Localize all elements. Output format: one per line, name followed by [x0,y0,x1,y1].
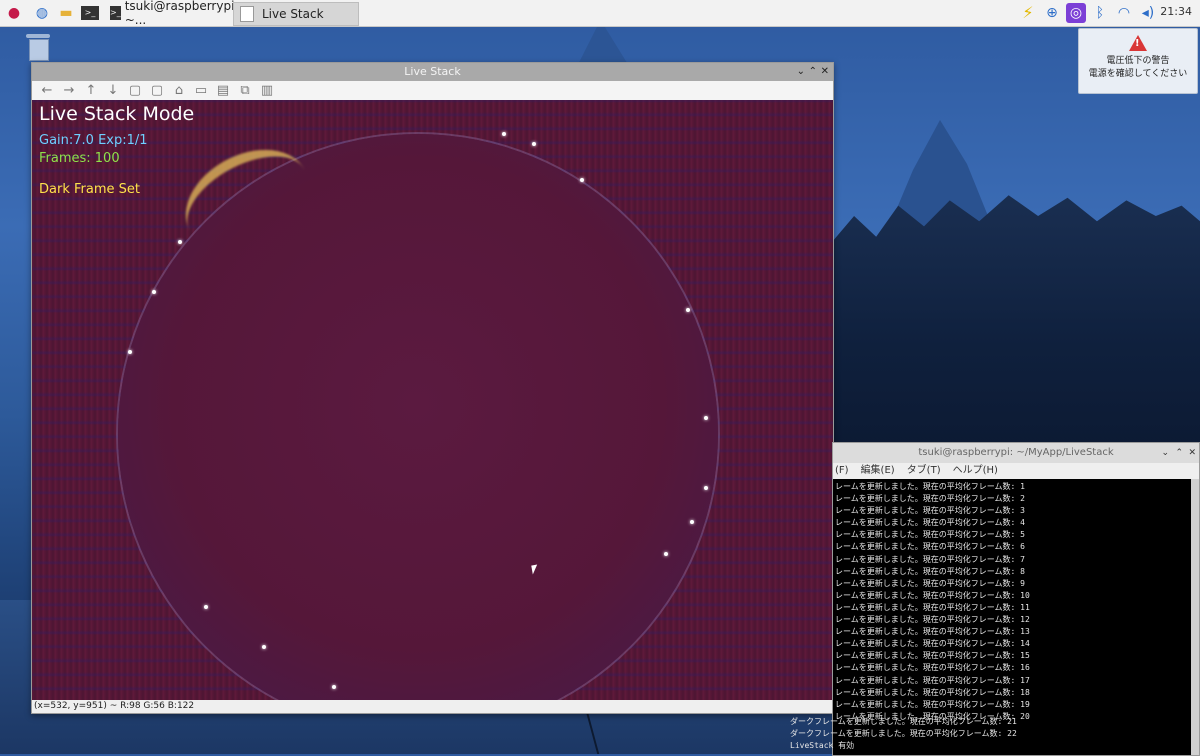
clock[interactable]: 21:34 [1160,5,1192,18]
terminal-line: レームを更新しました。現在の平均化フレーム数: 4 [835,518,1025,528]
window-title: Live Stack [404,65,461,78]
wifi-icon[interactable]: ◠ [1114,3,1134,23]
terminal-line: レームを更新しました。現在の平均化フレーム数: 3 [835,506,1025,516]
terminal-line: レームを更新しました。現在の平均化フレーム数: 9 [835,578,1025,588]
zoom-fit-icon[interactable]: ⌂ [168,83,190,98]
power-bolt-icon[interactable]: ⚡ [1018,3,1038,23]
terminal-line: レームを更新しました。現在の平均化フレーム数: 6 [835,542,1025,552]
terminal-window: tsuki@raspberrypi: ~/MyApp/LiveStack ⌄ ⌃… [832,442,1200,756]
notification-line1: 電圧低下の警告 [1106,56,1170,66]
window-icon [240,6,254,22]
terminal-line: ダークフレームを更新しました。現在の平均化フレーム数: 22 [790,729,1017,738]
close-icon[interactable]: ✕ [821,63,829,81]
terminal-output-tail: ダークフレームを更新しました。現在の平均化フレーム数: 21 ダークフレームを更新… [790,716,1017,752]
terminal-output[interactable]: レームを更新しました。現在の平均化フレーム数: 1 レームを更新しました。現在の平… [833,479,1199,723]
terminal-line: レームを更新しました。現在の平均化フレーム数: 12 [835,615,1030,625]
terminal-line: LiveStack 有効 [790,741,855,750]
menu-file[interactable]: (F) [835,463,849,479]
overlay-gain-exposure: Gain:7.0 Exp:1/1 [39,133,148,148]
minimize-icon[interactable]: ⌄ [797,63,805,81]
close-icon[interactable]: ✕ [1188,443,1196,463]
bluetooth-icon[interactable]: ᛒ [1090,3,1110,23]
trash-icon[interactable] [26,34,50,61]
terminal-line: レームを更新しました。現在の平均化フレーム数: 1 [835,482,1025,491]
terminal-line: レームを更新しました。現在の平均化フレーム数: 10 [835,590,1030,600]
terminal-line: レームを更新しました。現在の平均化フレーム数: 17 [835,675,1030,685]
desktop-forest [832,195,1200,450]
image-toolbar: ← → ↑ ↓ ▢ ▢ ⌂ ▭ ▤ ⧉ ▥ [32,81,833,101]
raspberry-menu-icon[interactable]: ● [4,3,24,23]
window-titlebar[interactable]: Live Stack ⌄ ⌃ ✕ [32,63,833,81]
terminal-scrollbar[interactable] [1191,479,1199,755]
terminal-line: レームを更新しました。現在の平均化フレーム数: 5 [835,530,1025,540]
terminal-line: レームを更新しました。現在の平均化フレーム数: 2 [835,494,1025,504]
overlay-frame-count: Frames: 100 [39,151,120,166]
terminal-line: レームを更新しました。現在の平均化フレーム数: 8 [835,566,1025,576]
minimize-icon[interactable]: ⌄ [1161,443,1169,463]
browser-globe-icon[interactable]: ◍ [32,3,52,23]
terminal-line: レームを更新しました。現在の平均化フレーム数: 16 [835,663,1030,673]
menu-help[interactable]: ヘルプ(H) [953,463,998,479]
terminal-titlebar[interactable]: tsuki@raspberrypi: ~/MyApp/LiveStack ⌄ ⌃… [833,443,1199,463]
terminal-line: レームを更新しました。現在の平均化フレーム数: 15 [835,651,1030,661]
terminal-menubar: (F) 編集(E) タブ(T) ヘルプ(H) [833,463,1199,479]
terminal-line: レームを更新しました。現在の平均化フレーム数: 13 [835,627,1030,637]
overlay-dark-frame: Dark Frame Set [39,182,140,197]
terminal-line: レームを更新しました。現在の平均化フレーム数: 18 [835,687,1030,697]
pan-up-icon[interactable]: ↑ [80,83,102,98]
notification-line2: 電源を確認してください [1088,69,1188,79]
task-terminal[interactable]: >_ tsuki@raspberrypi: ~... [106,0,238,27]
menu-edit[interactable]: 編集(E) [861,463,895,479]
download-icon[interactable]: ⊕ [1042,3,1062,23]
task-terminal-label: tsuki@raspberrypi: ~... [124,0,239,27]
volume-icon[interactable]: ◂) [1138,3,1158,23]
pan-down-icon[interactable]: ↓ [102,83,124,98]
warning-icon: ! [1129,35,1147,51]
terminal-line: レームを更新しました。現在の平均化フレーム数: 19 [835,699,1030,709]
terminal-icon[interactable]: >_ [80,3,100,23]
task-livestack-label: Live Stack [262,7,324,21]
copy-icon[interactable]: ⧉ [234,83,256,98]
terminal-line: レームを更新しました。現在の平均化フレーム数: 7 [835,554,1025,564]
terminal-line: ダークフレームを更新しました。現在の平均化フレーム数: 21 [790,717,1017,726]
file-manager-icon[interactable]: ▬ [56,3,76,23]
image-canvas[interactable]: Live Stack Mode Gain:7.0 Exp:1/1 Frames:… [32,100,833,700]
zoom-actual-icon[interactable]: ▭ [190,83,212,98]
overlay-mode-title: Live Stack Mode [39,103,195,125]
mouse-cursor-icon [531,564,539,575]
maximize-icon[interactable]: ⌃ [809,63,817,81]
zoom-out-icon[interactable]: ▢ [146,83,168,98]
maximize-icon[interactable]: ⌃ [1175,443,1183,463]
properties-icon[interactable]: ▥ [256,83,278,98]
voltage-warning-notification[interactable]: ! 電圧低下の警告 電源を確認してください [1078,28,1198,94]
task-livestack[interactable]: Live Stack [233,2,359,26]
terminal-title: tsuki@raspberrypi: ~/MyApp/LiveStack [918,447,1114,458]
terminal-icon: >_ [110,6,121,20]
pan-right-icon[interactable]: → [58,83,80,98]
zoom-in-icon[interactable]: ▢ [124,83,146,98]
vnc-icon[interactable]: ◎ [1066,3,1086,23]
save-icon[interactable]: ▤ [212,83,234,98]
pixel-status-bar: (x=532, y=951) ~ R:98 G:56 B:122 [32,700,835,713]
taskbar: ● ◍ ▬ >_ >_ tsuki@raspberrypi: ~... Live… [0,0,1200,27]
terminal-line: レームを更新しました。現在の平均化フレーム数: 14 [835,639,1030,649]
menu-tab[interactable]: タブ(T) [907,463,941,479]
pan-left-icon[interactable]: ← [36,83,58,98]
terminal-line: レームを更新しました。現在の平均化フレーム数: 11 [835,602,1030,612]
livestack-window: Live Stack ⌄ ⌃ ✕ ← → ↑ ↓ ▢ ▢ ⌂ ▭ ▤ ⧉ ▥ L… [31,62,835,714]
